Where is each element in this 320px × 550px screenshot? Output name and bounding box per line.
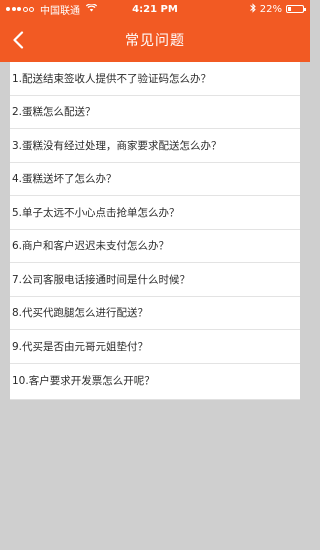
faq-item-9[interactable]: 9.代买是否由元哥元姐垫付？: [10, 330, 300, 364]
navigation-bar: 常见问题: [0, 18, 310, 62]
faq-list: 1.配送结束签收人提供不了验证码怎么办？ 2.蛋糕怎么配送？ 3.蛋糕没有经过处…: [10, 62, 300, 400]
battery-icon: [286, 5, 306, 13]
faq-item-6[interactable]: 6.商户和客户迟迟未支付怎么办？: [10, 230, 300, 263]
signal-strength-icon: [6, 6, 34, 12]
faq-item-3[interactable]: 3.蛋糕没有经过处理，商家要求配送怎么办？: [10, 129, 300, 163]
battery-percent: 22%: [259, 3, 282, 15]
wifi-icon: [85, 2, 98, 15]
chevron-left-icon: [13, 31, 24, 49]
battery-level-fill: [288, 7, 292, 11]
page-title: 常见问题: [125, 33, 185, 49]
faq-item-7[interactable]: 7.公司客服电话接通时间是什么时候？: [10, 263, 300, 297]
faq-item-8[interactable]: 8.代买代跑腿怎么进行配送？: [10, 297, 300, 330]
faq-item-5[interactable]: 5.单子太远不小心点击抢单怎么办？: [10, 196, 300, 230]
header: 中国联通 4:21 PM 22% 常见问题: [0, 0, 310, 62]
faq-item-4[interactable]: 4.蛋糕送坏了怎么办？: [10, 163, 300, 196]
faq-item-1[interactable]: 1.配送结束签收人提供不了验证码怎么办？: [10, 62, 300, 96]
bluetooth-icon: [249, 2, 256, 16]
status-bar: 中国联通 4:21 PM 22%: [0, 0, 310, 18]
carrier-name: 中国联通: [40, 5, 80, 17]
faq-item-10[interactable]: 10.客户要求开发票怎么开呢？: [10, 364, 300, 398]
status-bar-right: 22%: [249, 2, 306, 16]
faq-item-2[interactable]: 2.蛋糕怎么配送？: [10, 96, 300, 129]
status-bar-left: 中国联通: [6, 2, 98, 17]
back-button[interactable]: [4, 24, 32, 56]
